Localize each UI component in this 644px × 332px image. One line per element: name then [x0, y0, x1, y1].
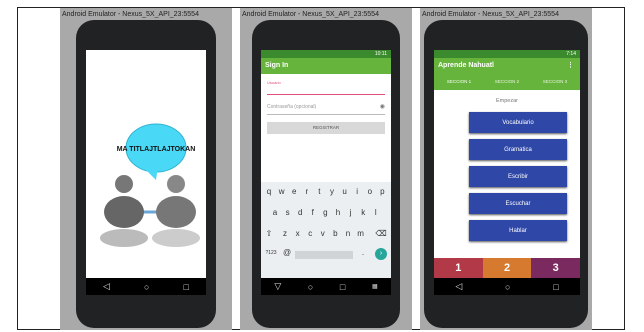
key-z[interactable]: z: [279, 229, 291, 238]
key-c[interactable]: c: [304, 229, 316, 238]
at-key[interactable]: @: [281, 248, 293, 257]
section-heading: Empezar: [495, 98, 518, 104]
key-k[interactable]: k: [357, 208, 369, 217]
banner-image-3: 3: [531, 258, 580, 278]
key-a[interactable]: a: [269, 208, 281, 217]
key-h[interactable]: h: [332, 208, 344, 217]
backspace-key[interactable]: ⌫: [375, 229, 387, 238]
status-bar: 10:11: [261, 50, 391, 58]
nav-bar: ◁ ○ □: [434, 278, 580, 295]
key-r[interactable]: r: [301, 187, 313, 196]
password-input: Contraseña (opcional): [267, 104, 317, 110]
symbols-key[interactable]: ?123: [263, 250, 279, 256]
keyboard-switch-icon[interactable]: ▦: [372, 283, 378, 290]
keyboard: qwertyuiopasdfghjklzxcvbnm ⇧ ⌫ ?123 @ . …: [261, 182, 391, 278]
app-bar-title: Aprende Nahuatl: [438, 62, 495, 69]
key-v[interactable]: v: [317, 229, 329, 238]
register-button[interactable]: REGISTRAR: [267, 122, 385, 134]
escuchar-button[interactable]: Escuchar: [469, 193, 567, 214]
period-key[interactable]: .: [357, 248, 369, 257]
key-q[interactable]: q: [263, 187, 275, 196]
emulator-title: Android Emulator - Nexus_5X_API_23:5554: [422, 11, 559, 18]
main-screen: 7:14 Aprende Nahuatl ⋮ SECCION 1 SECCION…: [434, 50, 580, 295]
key-m[interactable]: m: [355, 229, 367, 238]
status-bar: 7:14: [434, 50, 580, 58]
key-b[interactable]: b: [329, 229, 341, 238]
recent-apps-icon[interactable]: □: [340, 282, 345, 292]
key-g[interactable]: g: [319, 208, 331, 217]
nav-bar: ▽ ○ □ ▦: [261, 278, 391, 295]
key-n[interactable]: n: [342, 229, 354, 238]
home-icon[interactable]: ○: [144, 282, 149, 292]
splash-logo: MA TITLAJTLAJTOKAN: [100, 123, 200, 247]
splash-screen: MA TITLAJTLAJTOKAN ◁ ○ □: [86, 50, 206, 295]
space-bar[interactable]: [295, 251, 353, 259]
key-l[interactable]: l: [370, 208, 382, 217]
escribir-button[interactable]: Escribir: [469, 166, 567, 187]
key-u[interactable]: u: [339, 187, 351, 196]
key-i[interactable]: i: [351, 187, 363, 196]
phone-body: MA TITLAJTLAJTOKAN ◁ ○ □: [76, 20, 216, 328]
register-label: REGISTRAR: [312, 125, 340, 130]
bubble-text: MA TITLAJTLAJTOKAN: [117, 146, 196, 153]
status-time: 10:11: [374, 51, 387, 57]
emulator-window-1: Android Emulator - Nexus_5X_API_23:5554 …: [60, 8, 232, 330]
phone-body: 7:14 Aprende Nahuatl ⋮ SECCION 1 SECCION…: [424, 20, 588, 328]
emulator-window-3: Android Emulator - Nexus_5X_API_23:5554 …: [420, 8, 592, 330]
home-icon[interactable]: ○: [308, 282, 313, 292]
overflow-menu-icon[interactable]: ⋮: [567, 58, 574, 74]
key-y[interactable]: y: [326, 187, 338, 196]
key-j[interactable]: j: [345, 208, 357, 217]
back-icon[interactable]: ◁: [103, 281, 110, 292]
key-t[interactable]: t: [313, 187, 325, 196]
vocabulario-button[interactable]: Vocabulario: [469, 112, 567, 133]
back-icon[interactable]: ▽: [274, 281, 281, 292]
status-time: 7:14: [566, 51, 576, 57]
tab-seccion-3[interactable]: SECCION 3: [530, 74, 580, 90]
phone-body: 10:11 Sign In Usuario Contraseña (opcion…: [252, 20, 400, 328]
eye-icon[interactable]: ◉: [380, 103, 385, 110]
back-icon[interactable]: ◁: [455, 281, 462, 292]
banner-image-2: 2: [482, 258, 532, 278]
email-field[interactable]: Usuario: [267, 80, 385, 95]
hablar-button[interactable]: Hablar: [469, 220, 567, 241]
key-s[interactable]: s: [282, 208, 294, 217]
banner-images: 1 2 3: [434, 258, 580, 278]
app-bar: Aprende Nahuatl ⋮: [434, 58, 580, 74]
tab-bar: SECCION 1 SECCION 2 SECCION 3: [434, 74, 580, 92]
password-field[interactable]: Contraseña (opcional) ◉: [267, 104, 385, 115]
recent-apps-icon[interactable]: □: [184, 282, 189, 292]
key-f[interactable]: f: [307, 208, 319, 217]
email-label: Usuario: [267, 80, 281, 85]
gramatica-button[interactable]: Gramatica: [469, 139, 567, 160]
signin-screen: 10:11 Sign In Usuario Contraseña (opcion…: [261, 50, 391, 295]
home-icon[interactable]: ○: [505, 282, 510, 292]
app-bar-title: Sign In: [261, 58, 391, 74]
recent-apps-icon[interactable]: □: [553, 282, 558, 292]
key-d[interactable]: d: [294, 208, 306, 217]
key-x[interactable]: x: [292, 229, 304, 238]
tab-seccion-2[interactable]: SECCION 2: [482, 74, 532, 90]
key-w[interactable]: w: [276, 187, 288, 196]
emulator-window-2: Android Emulator - Nexus_5X_API_23:5554 …: [240, 8, 412, 330]
key-p[interactable]: p: [376, 187, 388, 196]
banner-image-1: 1: [434, 258, 483, 278]
nav-bar: ◁ ○ □: [86, 278, 206, 295]
key-o[interactable]: o: [364, 187, 376, 196]
go-key[interactable]: ›: [375, 248, 387, 260]
emulator-title: Android Emulator - Nexus_5X_API_23:5554: [62, 11, 199, 18]
tab-seccion-1[interactable]: SECCION 1: [434, 74, 484, 92]
emulator-title: Android Emulator - Nexus_5X_API_23:5554: [242, 11, 379, 18]
key-e[interactable]: e: [288, 187, 300, 196]
shift-key[interactable]: ⇧: [263, 229, 275, 238]
